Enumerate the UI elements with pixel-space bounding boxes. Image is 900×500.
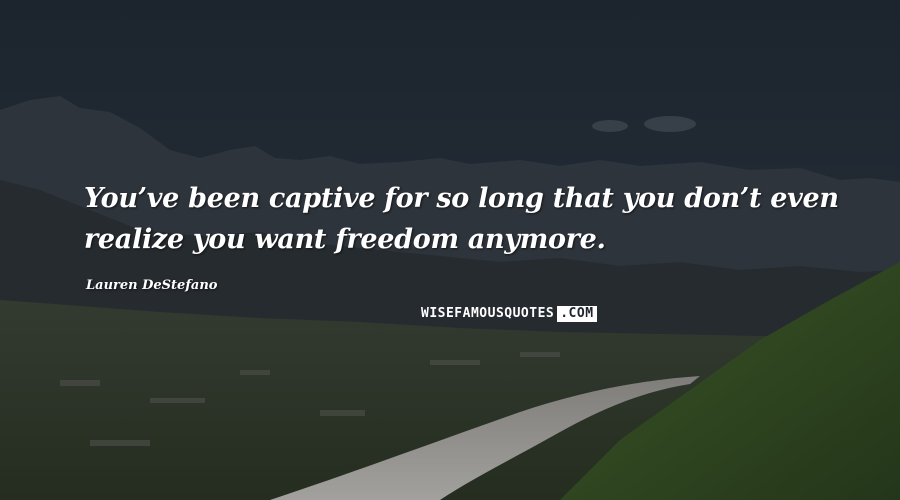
watermark-domain: .COM [557,306,597,322]
site-watermark: WISEFAMOUSQUOTES .COM [420,306,597,322]
watermark-name: WISEFAMOUSQUOTES [421,306,555,321]
quote-text: You’ve been captive for so long that you… [84,183,839,255]
quote-author: Lauren DeStefano [86,278,218,293]
quote-image: You’ve been captive for so long that you… [0,0,900,500]
